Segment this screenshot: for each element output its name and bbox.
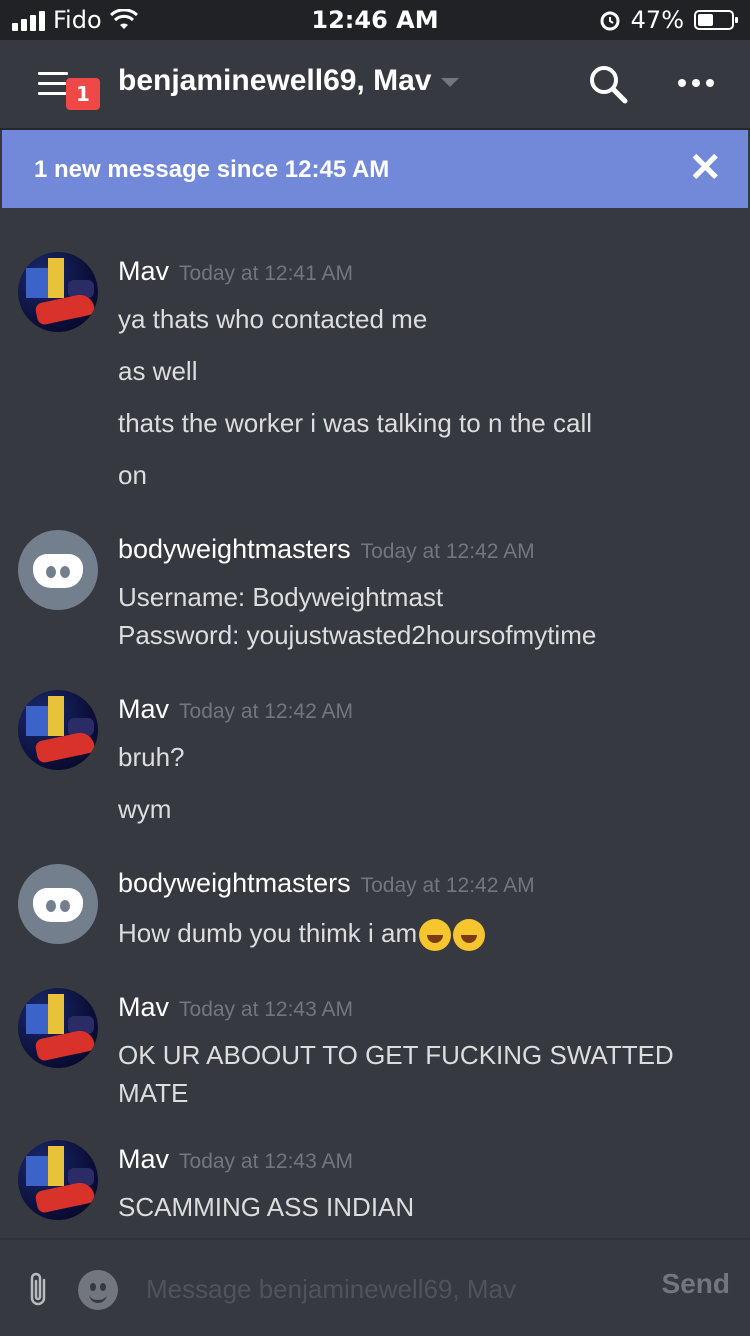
channel-title[interactable]: benjaminewell69, Mav (118, 64, 460, 98)
avatar[interactable] (18, 530, 98, 610)
banner-text: 1 new message since 12:45 AM (34, 156, 390, 183)
message-timestamp: Today at 12:42 AM (360, 874, 535, 897)
message-timestamp: Today at 12:42 AM (179, 700, 353, 723)
message-line: as well (118, 356, 198, 386)
message-line: bruh? (118, 742, 185, 772)
message-line: Password: youjustwasted2hoursofmytime (118, 620, 597, 650)
message-line: on (118, 460, 147, 490)
more-icon[interactable] (676, 68, 716, 98)
message-line: Username: Bodyweightmast (118, 582, 444, 612)
message-author[interactable]: bodyweightmasters Today at 12:42 AM (118, 534, 535, 565)
message-timestamp: Today at 12:43 AM (179, 998, 353, 1021)
rofl-emoji-icon (453, 919, 486, 952)
emoji-picker-icon[interactable] (78, 1270, 118, 1310)
message-list[interactable]: Mav Today at 12:41 AM ya thats who contac… (0, 208, 750, 1238)
status-right: 47% (599, 6, 738, 34)
avatar[interactable] (18, 1140, 98, 1220)
message-timestamp: Today at 12:42 AM (360, 540, 535, 563)
channel-title-text: benjaminewell69, Mav (118, 64, 432, 97)
author-name: bodyweightmasters (118, 868, 351, 898)
paperclip-icon[interactable] (26, 1270, 52, 1308)
avatar[interactable] (18, 988, 98, 1068)
message-timestamp: Today at 12:43 AM (179, 1150, 353, 1173)
status-bar: Fido 12:46 AM 47% (0, 0, 750, 40)
avatar[interactable] (18, 864, 98, 944)
message-author[interactable]: Mav Today at 12:42 AM (118, 694, 353, 725)
author-name: Mav (118, 694, 170, 724)
avatar[interactable] (18, 690, 98, 770)
alarm-icon (600, 11, 620, 31)
chevron-down-icon (441, 77, 460, 87)
search-icon[interactable] (588, 64, 628, 104)
author-name: Mav (118, 256, 170, 286)
close-icon[interactable]: ✕ (688, 148, 722, 188)
battery-percent: 47% (630, 6, 684, 34)
author-name: bodyweightmasters (118, 534, 351, 564)
author-name: Mav (118, 992, 170, 1022)
battery-icon (694, 10, 738, 30)
message-author[interactable]: Mav Today at 12:41 AM (118, 256, 353, 287)
message-composer: Send (0, 1238, 750, 1336)
message-line: thats the worker i was talking to n the … (118, 408, 593, 438)
hamburger-icon[interactable] (38, 72, 68, 96)
message-line: How dumb you thimk i am (118, 918, 486, 952)
message-line: SCAMMING ASS INDIAN (118, 1192, 415, 1222)
unread-badge: 1 (66, 78, 100, 110)
message-text: How dumb you thimk i am (118, 918, 418, 948)
message-line: wym (118, 794, 172, 824)
rofl-emoji-icon (419, 919, 452, 952)
message-line: ya thats who contacted me (118, 304, 428, 334)
message-line: MATE (118, 1078, 189, 1108)
message-author[interactable]: Mav Today at 12:43 AM (118, 992, 353, 1023)
message-line: OK UR ABOOUT TO GET FUCKING SWATTED (118, 1040, 674, 1070)
message-author[interactable]: bodyweightmasters Today at 12:42 AM (118, 868, 535, 899)
message-timestamp: Today at 12:41 AM (179, 262, 353, 285)
send-button[interactable]: Send (662, 1268, 730, 1300)
avatar[interactable] (18, 252, 98, 332)
chat-header: 1 benjaminewell69, Mav (0, 40, 750, 128)
new-message-banner[interactable]: 1 new message since 12:45 AM ✕ (2, 130, 748, 208)
author-name: Mav (118, 1144, 170, 1174)
message-input[interactable] (144, 1266, 638, 1312)
message-author[interactable]: Mav Today at 12:43 AM (118, 1144, 353, 1175)
